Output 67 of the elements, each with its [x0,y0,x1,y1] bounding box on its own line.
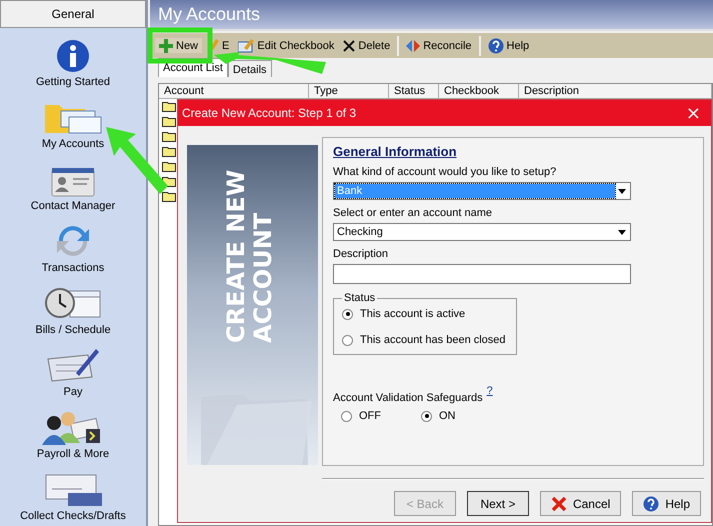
dropdown-value: Bank [335,184,615,198]
close-button[interactable]: × [680,102,707,124]
radio-option[interactable]: This account has been closed [342,334,508,346]
draft-check-icon [44,473,102,507]
folder-icon [162,146,176,157]
page-title: My Accounts [150,0,713,31]
folder-icon [162,131,176,142]
clock-envelope-icon [44,285,102,321]
radio-button[interactable] [341,410,352,422]
field-label: Description [333,248,388,260]
radio-option[interactable]: This account is active [342,308,508,320]
sidebar-item[interactable]: Contact Manager [30,200,116,212]
folder-icon [162,161,176,172]
dialog-button[interactable]: Cancel [540,491,622,516]
contact-card-icon [51,167,95,197]
help-link[interactable]: ? [486,385,493,397]
highlight-frame [148,28,212,64]
field-label: What kind of account would you like to setup? [333,166,556,178]
column-header[interactable]: Account [159,84,309,99]
banner-text: CREATE NEW ACCOUNT [223,168,277,343]
checkbook-pencil-icon [238,38,254,52]
column-header[interactable]: Checkbook [439,84,519,99]
field-label: Select or enter an account name [333,207,492,219]
dialog-button[interactable]: Help [632,491,701,516]
radio-option[interactable]: ON [421,410,456,422]
radio-button[interactable] [342,334,353,346]
caret-icon[interactable] [618,230,626,234]
help-icon [643,496,660,512]
dialog-title: Create New Account: Step 1 of 3 [182,106,356,120]
toolbar-button[interactable]: Edit Checkbook [234,38,338,53]
sidebar-item[interactable]: Collect Checks/Drafts [20,510,126,522]
description-field[interactable] [333,264,631,284]
plus-icon [159,38,173,52]
sidebar-item[interactable]: Pay [64,386,82,398]
tab[interactable]: Details [228,60,272,77]
column-header[interactable]: Type [309,84,389,99]
toolbar-button[interactable]: E [203,38,234,53]
toolbar-button[interactable]: Help [484,38,534,53]
toolbar-button[interactable]: Delete [339,38,394,53]
folder-icon [162,191,176,202]
toolbar-button[interactable]: Reconcile [402,38,476,53]
column-header[interactable]: Status [389,84,439,99]
radio-button[interactable] [421,410,432,422]
folder-icon [162,101,176,112]
sidebar-item[interactable]: Getting Started [36,76,110,88]
toolbar-button[interactable]: New [155,38,202,53]
sidebar-item[interactable]: Transactions [42,262,104,274]
sidebar-item[interactable]: My Accounts [42,138,104,150]
column-header[interactable]: Description [519,84,712,99]
dialog-button[interactable]: Next > [466,491,529,516]
left-right-arrows-icon [406,38,420,52]
field-label: Account Validation Safeguards [333,392,483,404]
pointer-arrow [106,127,168,194]
radio-button[interactable] [342,308,353,320]
section-header[interactable]: General [0,0,146,28]
group-label: Status [343,292,376,304]
help-icon [488,38,504,54]
sidebar-item[interactable]: Bills / Schedule [35,324,111,336]
account-name-dropdown[interactable]: Checking [333,223,631,241]
radio-option[interactable]: OFF [341,410,381,422]
section-heading: General Information [333,144,457,159]
info-icon [56,39,90,73]
folder-icon [162,116,176,127]
close-icon [343,40,356,52]
close-icon [550,496,567,512]
caret-icon[interactable] [618,188,626,194]
sidebar-item[interactable]: Payroll & More [36,448,110,460]
